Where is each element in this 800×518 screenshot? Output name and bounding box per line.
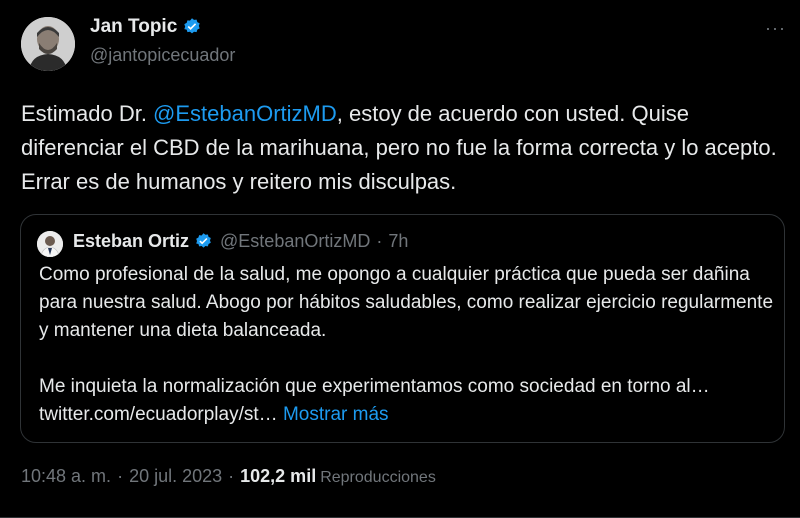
- quoted-paragraph-2-text: Me inquieta la normalización que experim…: [39, 376, 710, 397]
- quoted-author-name: Esteban Ortiz: [73, 231, 190, 251]
- author-handle[interactable]: @jantopicecuador: [90, 45, 235, 66]
- verified-badge-icon: [182, 17, 202, 37]
- author-avatar[interactable]: [21, 17, 75, 71]
- quoted-avatar-image: [37, 231, 63, 257]
- more-options-button[interactable]: ···: [765, 18, 786, 39]
- quoted-separator: ·: [376, 231, 383, 251]
- quoted-tweet[interactable]: Esteban Ortiz @EstebanOrtizMD · 7h Como …: [20, 214, 785, 443]
- author-avatar-image: [21, 17, 75, 71]
- tweet-text-intro: Estimado Dr.: [21, 101, 154, 126]
- quoted-timestamp: 7h: [388, 231, 409, 251]
- tweet-date[interactable]: 20 jul. 2023: [129, 466, 222, 487]
- verified-badge-icon: [194, 232, 213, 251]
- views-label: Reproducciones: [320, 469, 436, 486]
- views-count[interactable]: 102,2 mil: [240, 466, 316, 487]
- meta-separator: ·: [117, 466, 124, 486]
- quoted-paragraph-2: Me inquieta la normalización que experim…: [39, 373, 774, 429]
- quoted-header: Esteban Ortiz @EstebanOrtizMD · 7h: [73, 231, 408, 252]
- tweet-text: Estimado Dr. @EstebanOrtizMD, estoy de a…: [21, 97, 786, 199]
- quoted-author-avatar: [37, 231, 63, 257]
- show-more-link[interactable]: Mostrar más: [283, 404, 389, 425]
- quoted-author-handle: @EstebanOrtizMD: [220, 231, 371, 251]
- tweet: Jan Topic @jantopicecuador ··· Estimado …: [0, 0, 800, 518]
- tweet-time[interactable]: 10:48 a. m.: [21, 466, 111, 487]
- mention-link[interactable]: @EstebanOrtizMD: [153, 101, 337, 126]
- meta-separator: ·: [228, 466, 235, 486]
- quoted-url-link[interactable]: twitter.com/ecuadorplay/st…: [39, 404, 278, 425]
- quoted-text: Como profesional de la salud, me opongo …: [39, 261, 774, 429]
- tweet-meta: 10:48 a. m. · 20 jul. 2023 · 102,2 mil R…: [21, 466, 436, 487]
- author-name[interactable]: Jan Topic: [90, 16, 177, 38]
- author-name-row: Jan Topic: [90, 16, 202, 38]
- quoted-paragraph-1: Como profesional de la salud, me opongo …: [39, 264, 774, 341]
- more-horizontal-icon: ···: [765, 18, 786, 38]
